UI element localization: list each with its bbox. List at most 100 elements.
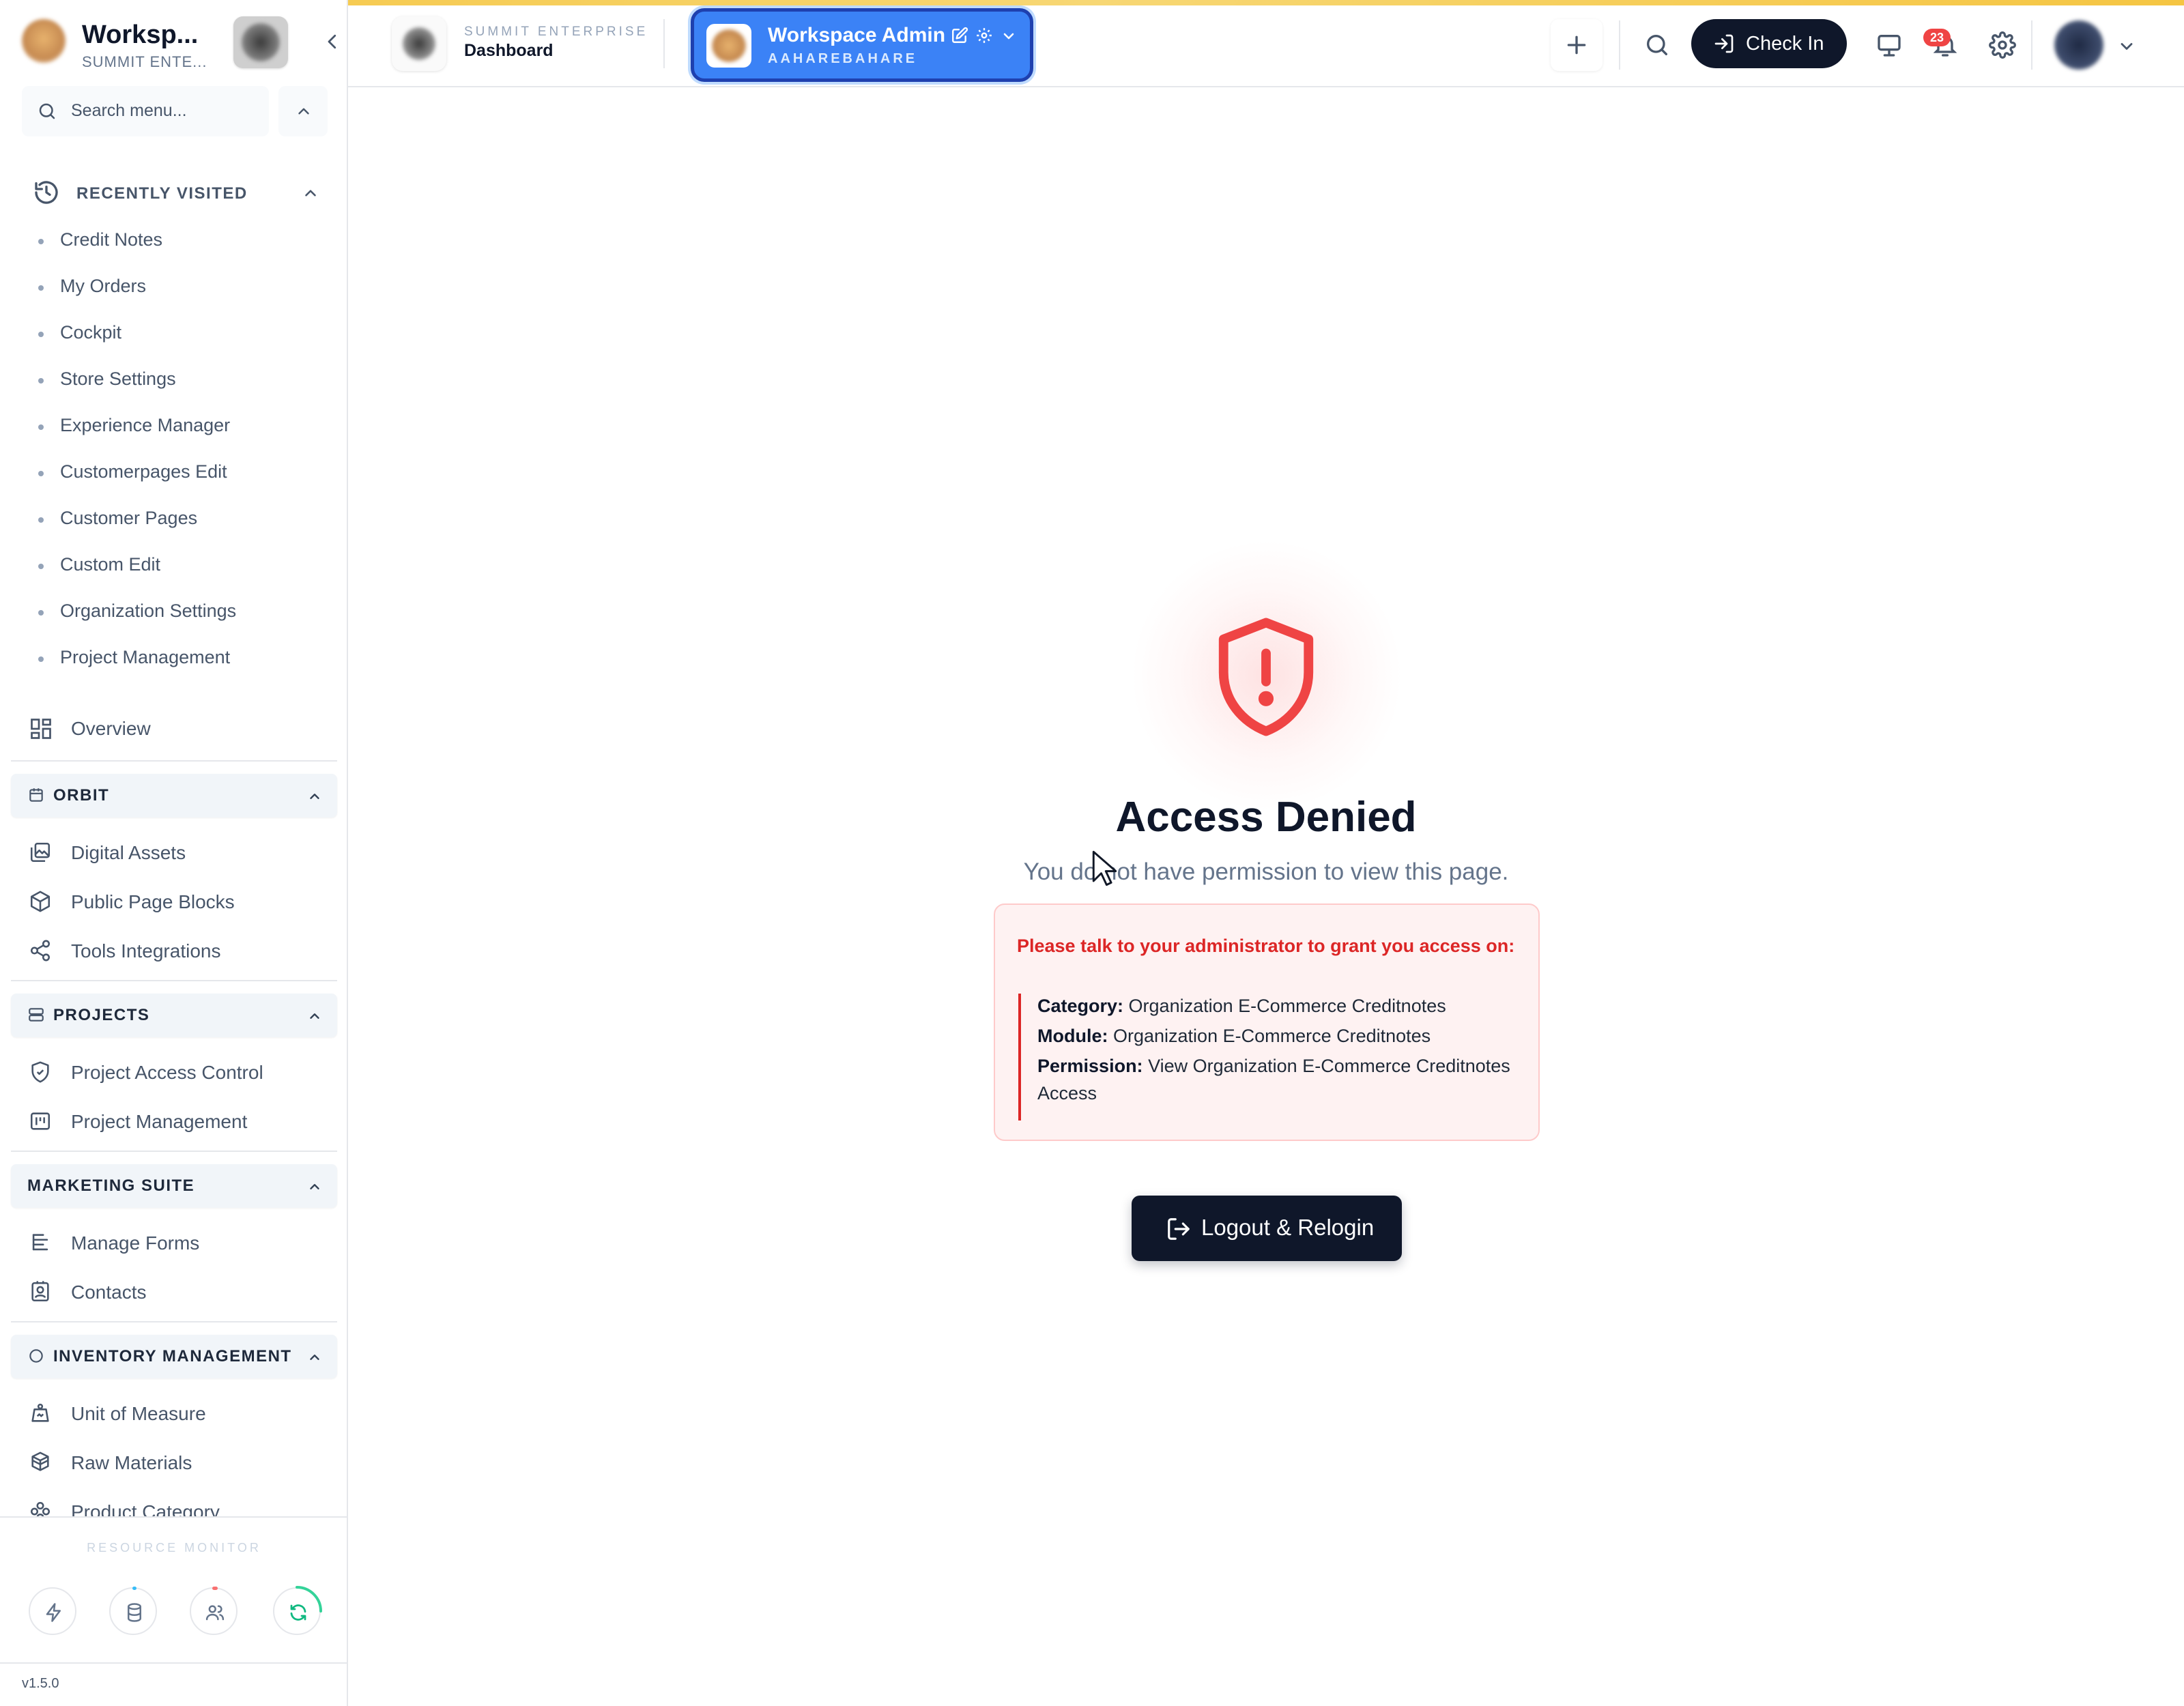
contact-card-icon	[31, 1281, 49, 1302]
section-projects-label: PROJECTS	[53, 1006, 150, 1024]
recent-item[interactable]: Store Settings	[38, 364, 325, 411]
divider	[11, 1151, 337, 1152]
cube-icon	[30, 891, 51, 912]
weight-icon	[31, 1403, 49, 1422]
sidebar-item-overview[interactable]: Overview	[29, 712, 329, 745]
access-request-notice: Please talk to your administrator to gra…	[994, 903, 1540, 1141]
sidebar-item-label: Overview	[71, 718, 151, 739]
form-lines-icon	[32, 1234, 48, 1251]
org-avatar[interactable]	[392, 16, 446, 71]
workspace-switcher[interactable]: Workspace Admin AAHAREBAHARE	[691, 8, 1033, 82]
display-button[interactable]	[1863, 19, 1915, 71]
section-marketing-header[interactable]: MARKETING SUITE	[11, 1164, 337, 1208]
sidebar-item-public-page-blocks[interactable]: Public Page Blocks	[29, 886, 329, 919]
sidebar-item-raw-materials[interactable]: Raw Materials	[29, 1447, 329, 1479]
sidebar-item-project-access-control[interactable]: Project Access Control	[29, 1056, 329, 1089]
search-icon	[39, 103, 55, 119]
recently-visited-label: RECENTLY VISITED	[76, 184, 248, 203]
gear-icon[interactable]	[975, 27, 993, 44]
sidebar-item-product-category[interactable]: Product Category	[29, 1496, 329, 1516]
sidebar-item-label: Project Access Control	[71, 1062, 263, 1083]
recent-item[interactable]: Experience Manager	[38, 411, 325, 457]
sidebar-item-label: Contacts	[71, 1282, 147, 1303]
recent-item[interactable]: My Orders	[38, 272, 325, 318]
sidebar-item-label: Project Management	[71, 1111, 248, 1132]
recent-item[interactable]: Custom Edit	[38, 550, 325, 596]
recent-item[interactable]: Project Management	[38, 643, 325, 689]
shapes-icon	[30, 1501, 51, 1516]
history-icon	[35, 181, 58, 204]
add-button[interactable]	[1551, 19, 1603, 71]
global-search-button[interactable]	[1631, 19, 1683, 71]
menu-search-input[interactable]: Search menu...	[22, 86, 269, 136]
resource-sync-indicator[interactable]	[273, 1586, 322, 1635]
divider	[0, 1516, 348, 1518]
divider	[1619, 20, 1620, 70]
resource-monitor-label: RESOURCE MONITOR	[87, 1541, 261, 1555]
chevron-down-icon[interactable]	[2117, 37, 2136, 56]
divider	[2031, 20, 2032, 70]
calendar-icon	[29, 788, 43, 802]
chevron-down-icon[interactable]	[1001, 28, 1017, 44]
notice-heading: Please talk to your administrator to gra…	[1017, 936, 1515, 956]
recent-item[interactable]: Credit Notes	[38, 225, 325, 272]
recent-item[interactable]: Customerpages Edit	[38, 457, 325, 504]
breadcrumb-page[interactable]: Dashboard	[464, 41, 554, 61]
check-in-button[interactable]: Check In	[1691, 19, 1847, 68]
notice-permission: Permission: View Organization E-Commerce…	[1037, 1056, 1510, 1103]
user-avatar[interactable]	[2054, 20, 2103, 70]
workspace-title: Worksp...	[82, 20, 199, 49]
notice-module: Module: Organization E-Commerce Creditno…	[1037, 1026, 1431, 1046]
collapse-sidebar-icon[interactable]	[322, 31, 343, 52]
section-inventory-header[interactable]: INVENTORY MANAGEMENT	[11, 1335, 337, 1378]
menu-collapse-all-button[interactable]	[278, 86, 328, 136]
notice-category: Category: Organization E-Commerce Credit…	[1037, 996, 1446, 1016]
divider	[11, 760, 337, 762]
resource-database-indicator[interactable]	[109, 1587, 157, 1635]
chevron-up-icon	[310, 1184, 319, 1189]
recent-item[interactable]: Cockpit	[38, 318, 325, 364]
sidebar-item-tools-integrations[interactable]: Tools Integrations	[29, 935, 329, 968]
circle-icon	[29, 1349, 43, 1363]
chevron-up-icon	[310, 1013, 319, 1019]
edit-icon[interactable]	[951, 27, 968, 44]
kanban-icon	[30, 1112, 51, 1130]
logout-relogin-button[interactable]: Logout & Relogin	[1132, 1196, 1402, 1261]
login-icon	[1714, 34, 1734, 53]
notice-accent-bar	[1018, 994, 1021, 1121]
boxes-icon	[31, 1451, 49, 1471]
recently-visited-list: Credit Notes My Orders Cockpit Store Set…	[38, 225, 325, 689]
chevron-up-icon	[310, 794, 319, 799]
workspace-subtitle: SUMMIT ENTE...	[82, 53, 207, 70]
sidebar-item-digital-assets[interactable]: Digital Assets	[29, 837, 329, 869]
sidebar-item-project-management[interactable]: Project Management	[29, 1105, 329, 1138]
dashboard-grid-icon	[31, 719, 51, 739]
sidebar-item-label: Manage Forms	[71, 1232, 200, 1254]
app-version: v1.5.0	[22, 1676, 59, 1691]
divider	[0, 1662, 348, 1664]
main-content: Access Denied You do not have permission…	[348, 89, 2184, 1706]
recent-item[interactable]: Customer Pages	[38, 504, 325, 550]
section-orbit-header[interactable]: ORBIT	[11, 774, 337, 818]
logout-relogin-label: Logout & Relogin	[1201, 1215, 1375, 1240]
workspace-brand[interactable]: Worksp... SUMMIT ENTE...	[22, 16, 343, 71]
notification-count-badge: 23	[1923, 29, 1951, 46]
monitor-icon	[1878, 35, 1901, 57]
resource-users-indicator[interactable]	[190, 1587, 238, 1635]
workspace-code: AAHAREBAHARE	[768, 51, 918, 66]
images-icon	[30, 842, 51, 863]
search-icon	[1647, 35, 1667, 56]
org-logo[interactable]	[233, 16, 288, 68]
divider	[11, 1321, 337, 1322]
section-projects-header[interactable]: PROJECTS	[11, 994, 337, 1037]
recent-item[interactable]: Organization Settings	[38, 596, 325, 643]
users-icon	[205, 1605, 225, 1621]
sidebar-item-contacts[interactable]: Contacts	[29, 1276, 329, 1309]
recently-visited-header[interactable]: RECENTLY VISITED	[33, 179, 319, 206]
resource-cpu-indicator[interactable]	[29, 1587, 76, 1635]
settings-button[interactable]	[1977, 19, 2028, 71]
sidebar-item-manage-forms[interactable]: Manage Forms	[29, 1227, 329, 1260]
menu-search-placeholder: Search menu...	[71, 101, 187, 120]
sidebar-item-unit-of-measure[interactable]: Unit of Measure	[29, 1398, 329, 1430]
sidebar: Worksp... SUMMIT ENTE... Search menu... …	[0, 0, 348, 1706]
